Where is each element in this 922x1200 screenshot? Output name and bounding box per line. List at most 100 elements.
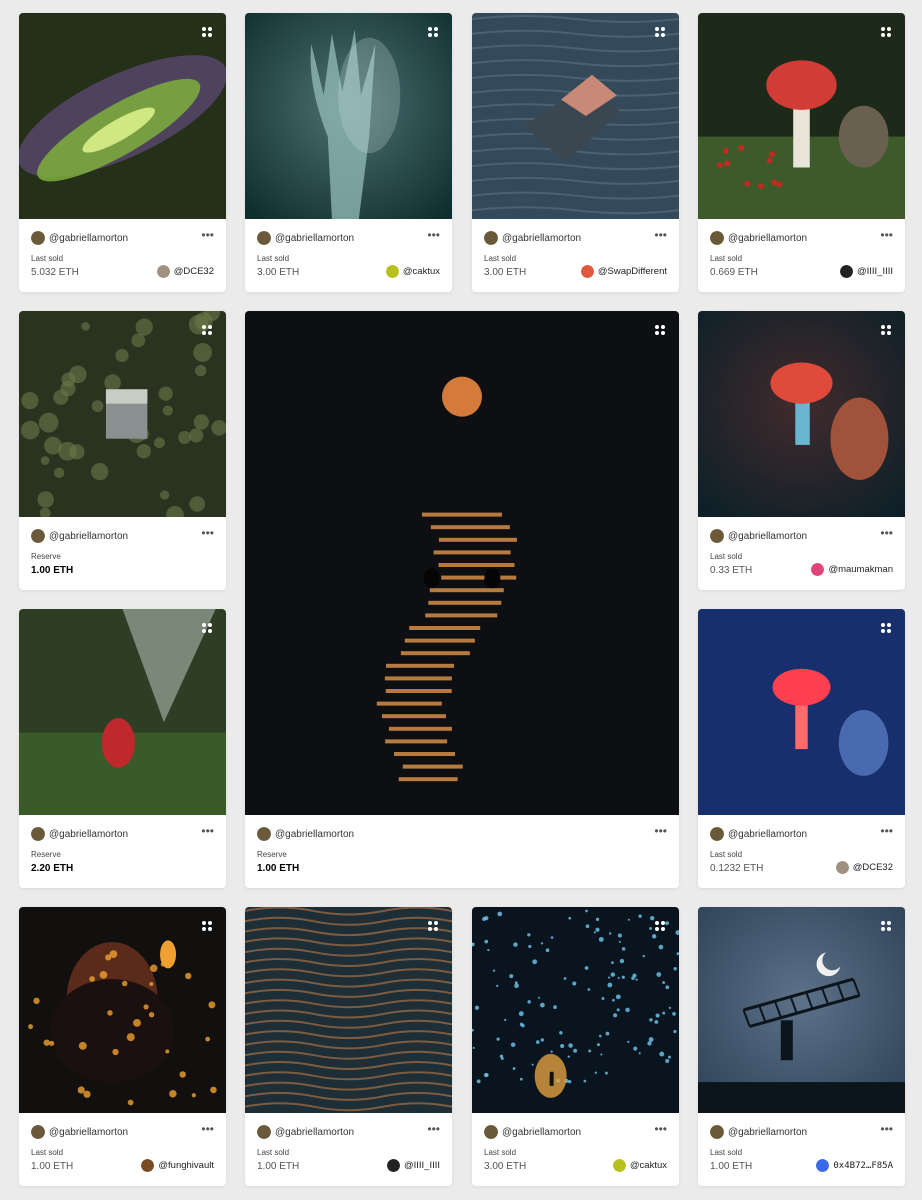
owner-link[interactable]: @funghivault: [141, 1159, 214, 1172]
more-options-icon[interactable]: •••: [201, 827, 214, 841]
nft-card[interactable]: @gabriellamorton ••• Last sold 3.00 ETH @Swa…: [472, 13, 679, 292]
artwork-image: [19, 13, 226, 219]
drag-handle-icon[interactable]: [200, 919, 214, 933]
drag-handle-icon[interactable]: [879, 323, 893, 337]
nft-card[interactable]: @gabriellamorton ••• Reserve 1.00 ETH: [19, 311, 226, 590]
sale-row: Last sold 3.00 ETH @caktux: [257, 254, 440, 278]
owner-link[interactable]: @IIII_IIII: [840, 265, 893, 278]
nft-card[interactable]: @gabriellamorton ••• Last sold 3.00 ETH @cak…: [245, 13, 452, 292]
nft-card[interactable]: @gabriellamorton ••• Last sold 3.00 ETH @cak…: [472, 907, 679, 1186]
creator-avatar[interactable]: [31, 231, 45, 245]
more-options-icon[interactable]: •••: [880, 529, 893, 543]
drag-handle-icon[interactable]: [200, 25, 214, 39]
more-options-icon[interactable]: •••: [201, 1125, 214, 1139]
owner-link[interactable]: @DCE32: [157, 265, 214, 278]
creator-avatar[interactable]: [257, 827, 271, 841]
drag-handle-icon[interactable]: [879, 621, 893, 635]
artwork-media[interactable]: [698, 907, 905, 1113]
card-meta: @gabriellamorton ••• Reserve 1.00 ETH: [245, 815, 679, 888]
creator-name[interactable]: @gabriellamorton: [502, 233, 654, 244]
artwork-media[interactable]: [698, 311, 905, 517]
more-options-icon[interactable]: •••: [880, 827, 893, 841]
owner-link[interactable]: @SwapDifferent: [581, 265, 667, 278]
drag-handle-icon[interactable]: [653, 919, 667, 933]
artwork-media[interactable]: [245, 907, 452, 1113]
drag-handle-icon[interactable]: [426, 919, 440, 933]
nft-card[interactable]: @gabriellamorton ••• Last sold 1.00 ETH @fun…: [19, 907, 226, 1186]
owner-link[interactable]: @caktux: [386, 265, 440, 278]
drag-handle-icon[interactable]: [653, 25, 667, 39]
creator-avatar[interactable]: [31, 827, 45, 841]
more-options-icon[interactable]: •••: [880, 231, 893, 245]
owner-name: @IIII_IIII: [404, 1160, 440, 1171]
creator-name[interactable]: @gabriellamorton: [49, 531, 201, 542]
more-options-icon[interactable]: •••: [427, 231, 440, 245]
owner-link[interactable]: @caktux: [613, 1159, 667, 1172]
creator-name[interactable]: @gabriellamorton: [275, 233, 427, 244]
more-options-icon[interactable]: •••: [880, 1125, 893, 1139]
artwork-image: [245, 13, 452, 219]
nft-card[interactable]: @gabriellamorton ••• Reserve 2.20 ETH: [19, 609, 226, 888]
creator-row: @gabriellamorton •••: [710, 529, 893, 543]
card-meta: @gabriellamorton ••• Last sold 1.00 ETH @fun…: [19, 1113, 226, 1186]
more-options-icon[interactable]: •••: [654, 827, 667, 841]
creator-avatar[interactable]: [257, 1125, 271, 1139]
artwork-media[interactable]: [19, 311, 226, 517]
nft-card[interactable]: @gabriellamorton ••• Last sold 0.1232 ETH @D…: [698, 609, 905, 888]
creator-name[interactable]: @gabriellamorton: [49, 829, 201, 840]
creator-name[interactable]: @gabriellamorton: [275, 1127, 427, 1138]
sale-row: Reserve 1.00 ETH: [31, 552, 214, 576]
nft-card[interactable]: @gabriellamorton ••• Last sold 0.669 ETH @II…: [698, 13, 905, 292]
creator-name[interactable]: @gabriellamorton: [728, 829, 880, 840]
more-options-icon[interactable]: •••: [654, 231, 667, 245]
more-options-icon[interactable]: •••: [427, 1125, 440, 1139]
creator-name[interactable]: @gabriellamorton: [728, 531, 880, 542]
nft-card[interactable]: @gabriellamorton ••• Last sold 1.00 ETH @III…: [245, 907, 452, 1186]
card-meta: @gabriellamorton ••• Last sold 1.00 ETH @III…: [245, 1113, 452, 1186]
card-meta: @gabriellamorton ••• Last sold 3.00 ETH @cak…: [245, 219, 452, 292]
sale-price: 3.00 ETH: [484, 1161, 526, 1172]
creator-name[interactable]: @gabriellamorton: [49, 233, 201, 244]
nft-card[interactable]: @gabriellamorton ••• Reserve 1.00 ETH: [245, 311, 679, 888]
artwork-media[interactable]: [472, 13, 679, 219]
artwork-media[interactable]: [245, 311, 679, 815]
creator-name[interactable]: @gabriellamorton: [275, 829, 654, 840]
creator-avatar[interactable]: [484, 231, 498, 245]
more-options-icon[interactable]: •••: [201, 231, 214, 245]
artwork-media[interactable]: [472, 907, 679, 1113]
nft-card[interactable]: @gabriellamorton ••• Last sold 5.032 ETH @DC…: [19, 13, 226, 292]
drag-handle-icon[interactable]: [879, 25, 893, 39]
creator-avatar[interactable]: [710, 827, 724, 841]
artwork-media[interactable]: [698, 609, 905, 815]
creator-name[interactable]: @gabriellamorton: [728, 1127, 880, 1138]
owner-link[interactable]: 0x4B72…F85A: [816, 1159, 893, 1172]
drag-handle-icon[interactable]: [879, 919, 893, 933]
creator-avatar[interactable]: [257, 231, 271, 245]
drag-handle-icon[interactable]: [200, 621, 214, 635]
owner-link[interactable]: @DCE32: [836, 861, 893, 874]
more-options-icon[interactable]: •••: [201, 529, 214, 543]
creator-name[interactable]: @gabriellamorton: [49, 1127, 201, 1138]
creator-avatar[interactable]: [710, 529, 724, 543]
artwork-media[interactable]: [19, 609, 226, 815]
creator-name[interactable]: @gabriellamorton: [502, 1127, 654, 1138]
artwork-media[interactable]: [245, 13, 452, 219]
creator-avatar[interactable]: [31, 1125, 45, 1139]
creator-avatar[interactable]: [710, 231, 724, 245]
nft-card[interactable]: @gabriellamorton ••• Last sold 0.33 ETH @mau…: [698, 311, 905, 590]
more-options-icon[interactable]: •••: [654, 1125, 667, 1139]
drag-handle-icon[interactable]: [653, 323, 667, 337]
creator-avatar[interactable]: [484, 1125, 498, 1139]
artwork-media[interactable]: [19, 13, 226, 219]
drag-handle-icon[interactable]: [200, 323, 214, 337]
drag-handle-icon[interactable]: [426, 25, 440, 39]
sale-price: 1.00 ETH: [257, 863, 299, 874]
creator-name[interactable]: @gabriellamorton: [728, 233, 880, 244]
creator-avatar[interactable]: [31, 529, 45, 543]
creator-avatar[interactable]: [710, 1125, 724, 1139]
owner-link[interactable]: @maumakman: [811, 563, 893, 576]
artwork-media[interactable]: [19, 907, 226, 1113]
owner-link[interactable]: @IIII_IIII: [387, 1159, 440, 1172]
artwork-media[interactable]: [698, 13, 905, 219]
nft-card[interactable]: @gabriellamorton ••• Last sold 1.00 ETH 0x4B…: [698, 907, 905, 1186]
